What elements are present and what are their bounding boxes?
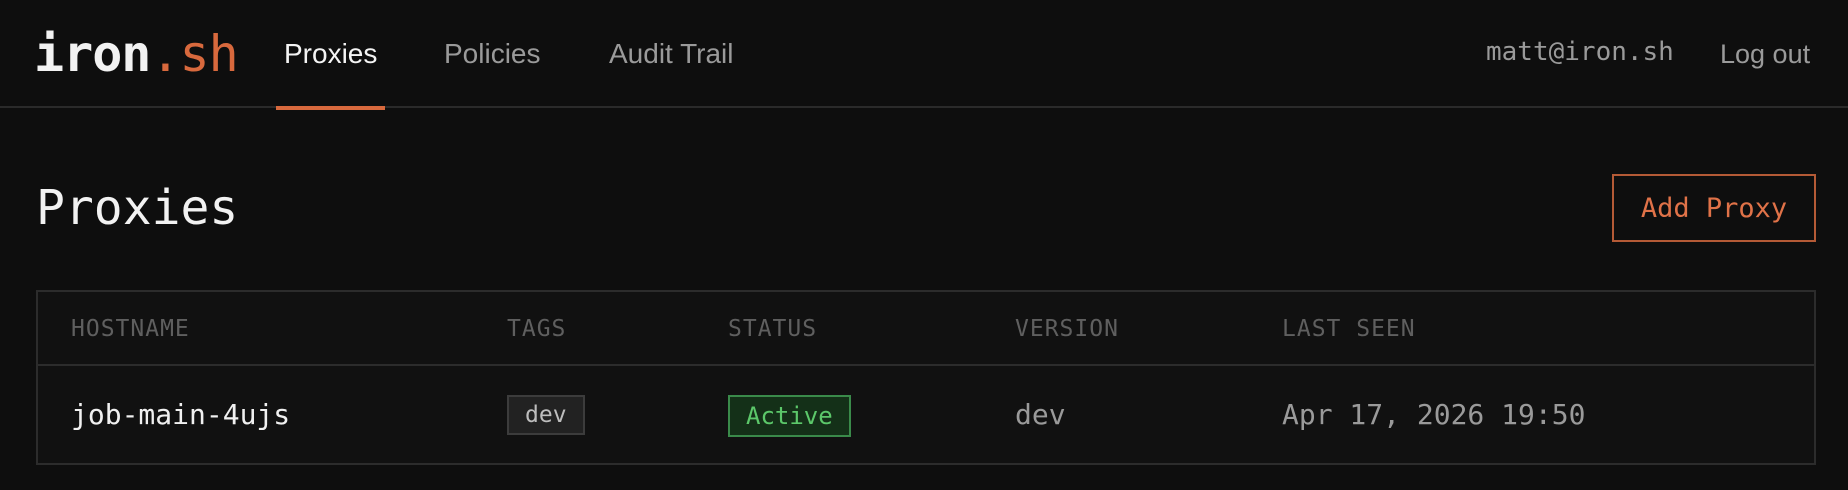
row-version: dev: [1015, 398, 1066, 431]
logo-name: iron: [34, 25, 151, 83]
page-title: Proxies: [36, 180, 239, 236]
top-navigation-bar: iron.sh Proxies Policies Audit Trail mat…: [0, 0, 1848, 110]
column-header-hostname[interactable]: HOSTNAME: [71, 292, 190, 366]
status-badge: Active: [728, 395, 851, 437]
column-header-last-seen[interactable]: LAST SEEN: [1282, 292, 1416, 366]
add-proxy-button[interactable]: Add Proxy: [1612, 174, 1816, 242]
proxies-table: HOSTNAME TAGS STATUS VERSION LAST SEEN j…: [36, 290, 1816, 465]
column-header-version[interactable]: VERSION: [1015, 292, 1119, 366]
tag-badge[interactable]: dev: [507, 395, 585, 435]
table-header-row: HOSTNAME TAGS STATUS VERSION LAST SEEN: [38, 292, 1814, 366]
logout-link[interactable]: Log out: [1720, 0, 1810, 108]
table-row[interactable]: job-main-4ujs dev Active dev Apr 17, 202…: [38, 366, 1814, 463]
tab-proxies[interactable]: Proxies: [275, 0, 386, 110]
row-last-seen: Apr 17, 2026 19:50: [1282, 398, 1586, 431]
tab-audit-trail[interactable]: Audit Trail: [609, 0, 734, 108]
iron-sh-logo[interactable]: iron.sh: [34, 24, 239, 84]
tab-policies[interactable]: Policies: [444, 0, 540, 108]
user-email: matt@iron.sh: [1486, 37, 1674, 67]
column-header-tags[interactable]: TAGS: [507, 292, 566, 366]
row-hostname[interactable]: job-main-4ujs: [71, 366, 290, 463]
column-header-status[interactable]: STATUS: [728, 292, 817, 366]
logo-suffix: .sh: [150, 25, 238, 83]
